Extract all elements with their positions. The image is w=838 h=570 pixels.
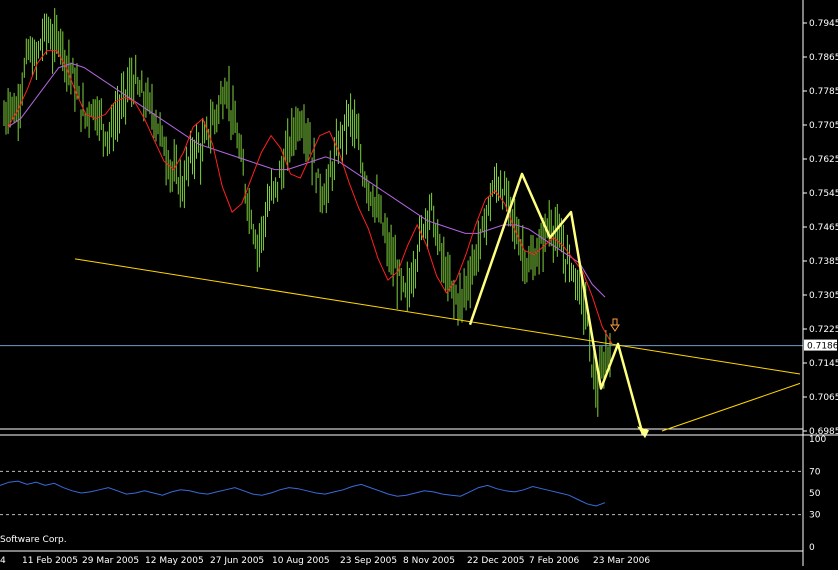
y-tick-label: 0.7545 bbox=[809, 189, 838, 199]
rsi-tick-label: 100 bbox=[809, 435, 826, 445]
x-tick-label: 4 bbox=[0, 556, 6, 566]
x-tick-label: 12 May 2005 bbox=[145, 556, 204, 566]
rsi-tick-label: 70 bbox=[809, 467, 821, 477]
rsi-tick-label: 50 bbox=[809, 489, 821, 499]
x-tick-label: 23 Mar 2006 bbox=[593, 556, 650, 566]
y-tick-label: 0.7065 bbox=[809, 393, 838, 403]
rsi-tick-label: 30 bbox=[809, 511, 821, 521]
watermark-text: Software Corp. bbox=[0, 535, 67, 545]
x-tick-label: 27 Jun 2005 bbox=[210, 556, 264, 566]
y-tick-label: 0.7625 bbox=[809, 155, 838, 165]
y-tick-label: 0.7785 bbox=[809, 87, 838, 97]
y-tick-label: 0.7305 bbox=[809, 291, 838, 301]
x-tick-label: 8 Nov 2005 bbox=[403, 556, 455, 566]
x-tick-label: 22 Dec 2005 bbox=[467, 556, 525, 566]
price-chart: 0.7945 0.7865 0.7785 0.7705 0.7625 0.7545 0.74… bbox=[0, 0, 838, 566]
x-tick-label: 10 Aug 2005 bbox=[272, 556, 330, 566]
chart-background bbox=[0, 0, 838, 566]
y-tick-label: 0.7705 bbox=[809, 121, 838, 131]
y-tick-label: 0.7865 bbox=[809, 53, 838, 63]
y-tick-label: 0.7385 bbox=[809, 257, 838, 267]
rsi-tick-label: 0 bbox=[809, 543, 815, 553]
current-price-label: 0.7186 bbox=[807, 342, 838, 352]
x-tick-label: 11 Feb 2005 bbox=[22, 556, 78, 566]
y-tick-label: 0.7145 bbox=[809, 359, 838, 369]
x-tick-label: 29 Mar 2005 bbox=[82, 556, 139, 566]
y-tick-label: 0.7945 bbox=[809, 19, 838, 29]
y-tick-label: 0.7465 bbox=[809, 223, 838, 233]
y-tick-label: 0.7225 bbox=[809, 325, 838, 335]
x-tick-label: 23 Sep 2005 bbox=[340, 556, 397, 566]
x-tick-label: 7 Feb 2006 bbox=[529, 556, 580, 566]
